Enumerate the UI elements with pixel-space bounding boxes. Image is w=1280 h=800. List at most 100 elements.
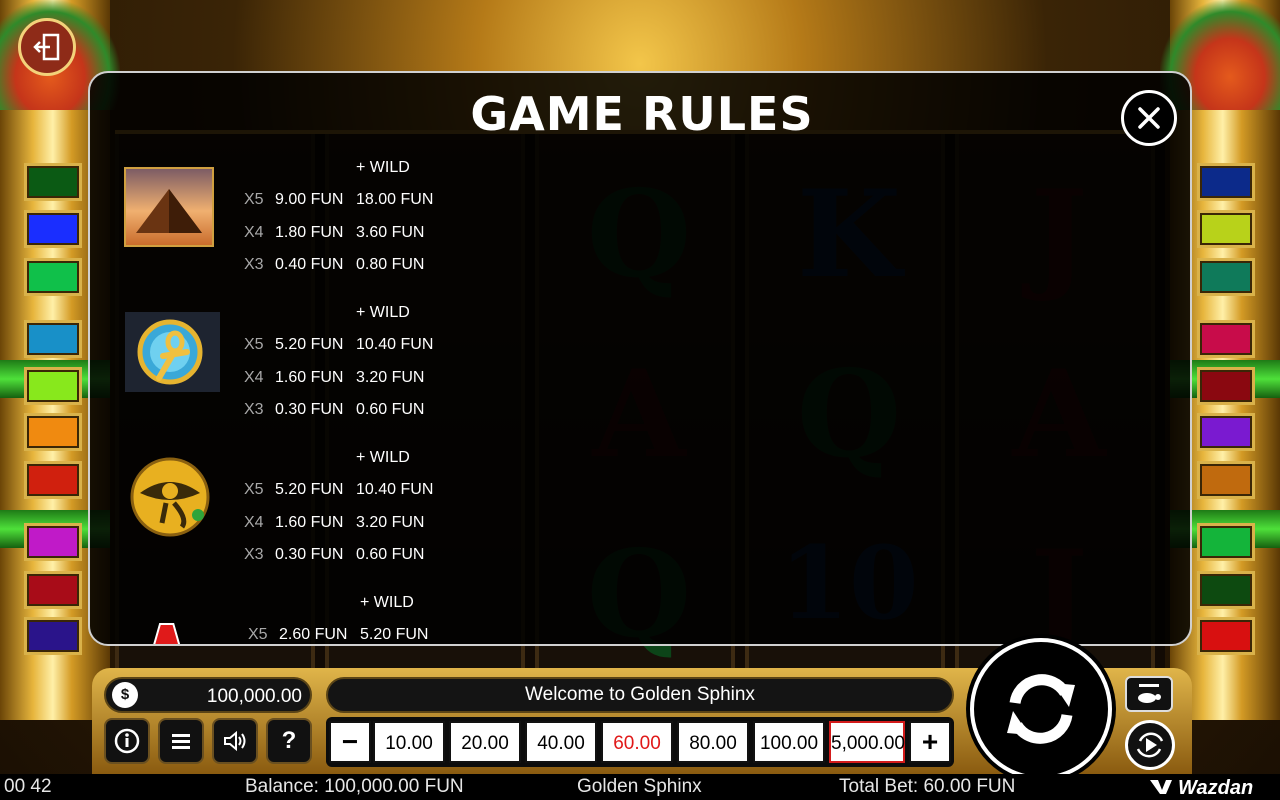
wazdan-logo: Wazdan: [1150, 777, 1253, 799]
dialog-title: GAME RULES: [470, 87, 814, 141]
clock: 00 42: [4, 776, 52, 797]
balance-display: $ 100,000.00: [104, 677, 312, 713]
wild-payout: 10.40 FUN: [356, 481, 434, 498]
paytable-entry-eye-of-horus: + WILD X5 5.20 FUN 10.40 FUN X4 1.60 FUN…: [90, 449, 590, 579]
multiplier: X3: [244, 546, 264, 563]
wild-payout: 3.20 FUN: [356, 514, 425, 531]
payline-marker: [1197, 523, 1255, 561]
menu-button[interactable]: [158, 718, 204, 764]
money-bag-icon: $: [112, 682, 138, 708]
game-name: Golden Sphinx: [577, 776, 702, 797]
wild-header: + WILD: [356, 449, 410, 466]
payline-marker: [1197, 413, 1255, 451]
wild-payout: 0.60 FUN: [356, 401, 425, 418]
bet-option[interactable]: 80.00: [677, 721, 749, 763]
paytable-entry-pyramid: + WILD X5 9.00 FUN 18.00 FUN X4 1.80 FUN…: [90, 159, 590, 289]
increase-bet-button[interactable]: +: [909, 721, 951, 763]
spin-button[interactable]: [970, 638, 1112, 780]
total-bet: Total Bet: 60.00 FUN: [839, 776, 1016, 797]
payline-marker: [24, 617, 82, 655]
help-button[interactable]: ?: [266, 718, 312, 764]
bet-option[interactable]: 40.00: [525, 721, 597, 763]
bet-option[interactable]: 60.00: [601, 721, 673, 763]
sound-button[interactable]: [212, 718, 258, 764]
base-payout: 9.00 FUN: [275, 191, 344, 208]
base-payout: 0.40 FUN: [275, 256, 344, 273]
sound-icon: [224, 730, 246, 752]
base-payout: 5.20 FUN: [275, 481, 344, 498]
wild-payout: 3.60 FUN: [356, 224, 425, 241]
balance-value: 100,000.00: [206, 686, 302, 707]
multiplier: X5: [248, 626, 268, 643]
info-icon: [114, 728, 140, 754]
payline-marker: [1197, 320, 1255, 358]
payline-marker: [1197, 163, 1255, 201]
close-button[interactable]: [1121, 90, 1177, 146]
wild-payout: 0.80 FUN: [356, 256, 425, 273]
payline-marker: [24, 461, 82, 499]
payline-marker: [1197, 617, 1255, 655]
bet-option[interactable]: 10.00: [373, 721, 445, 763]
payline-marker: [24, 523, 82, 561]
multiplier: X4: [244, 514, 264, 531]
payline-marker: [24, 320, 82, 358]
payline-marker: [1197, 461, 1255, 499]
ankh-symbol-icon: [125, 312, 220, 392]
wild-header: + WILD: [356, 304, 410, 321]
game-rules-dialog: GAME RULES + WILD X5 9.00 FUN 18.00 FUN …: [88, 71, 1192, 646]
turbo-button[interactable]: [1125, 676, 1173, 712]
exit-button[interactable]: [18, 18, 76, 76]
base-payout: 0.30 FUN: [275, 401, 344, 418]
bet-option[interactable]: 5,000.00: [829, 721, 905, 763]
wild-payout: 10.40 FUN: [356, 336, 434, 353]
base-payout: 2.60 FUN: [279, 626, 348, 643]
status-balance: Balance: 100,000.00 FUN: [245, 776, 464, 797]
payline-marker: [24, 163, 82, 201]
multiplier: X4: [244, 369, 264, 386]
menu-icon: [172, 734, 190, 749]
multiplier: X5: [244, 191, 264, 208]
wild-payout: 0.60 FUN: [356, 546, 425, 563]
multiplier: X3: [244, 401, 264, 418]
wild-payout: 18.00 FUN: [356, 191, 434, 208]
status-bar: 00 42 Balance: 100,000.00 FUN Golden Sph…: [0, 774, 1280, 800]
wild-header: + WILD: [356, 159, 410, 176]
wild-header: + WILD: [360, 594, 414, 611]
multiplier: X5: [244, 481, 264, 498]
multiplier: X3: [244, 256, 264, 273]
bet-option[interactable]: 100.00: [753, 721, 825, 763]
base-payout: 1.60 FUN: [275, 514, 344, 531]
spin-icon: [1007, 674, 1075, 744]
bet-option[interactable]: 20.00: [449, 721, 521, 763]
wazdan-w-icon: [1150, 780, 1172, 794]
paytable-entry-letter-a: + WILD X5 2.60 FUN 5.20 FUN: [90, 594, 590, 644]
eye-of-horus-symbol-icon: [130, 457, 210, 537]
base-payout: 0.30 FUN: [275, 546, 344, 563]
base-payout: 1.60 FUN: [275, 369, 344, 386]
paytable-entry-ankh: + WILD X5 5.20 FUN 10.40 FUN X4 1.60 FUN…: [90, 304, 590, 434]
decrease-bet-button[interactable]: −: [329, 721, 371, 763]
wild-payout: 3.20 FUN: [356, 369, 425, 386]
exit-icon: [33, 33, 60, 61]
letter-a-symbol-icon: [153, 623, 181, 644]
brand-name: Wazdan: [1178, 777, 1254, 799]
pyramid-symbol-icon: [124, 167, 214, 247]
multiplier: X5: [244, 336, 264, 353]
message-bar: Welcome to Golden Sphinx: [326, 677, 954, 713]
base-payout: 5.20 FUN: [275, 336, 344, 353]
turtle-icon: [1138, 684, 1161, 703]
payline-marker: [1197, 367, 1255, 405]
autoplay-button[interactable]: [1125, 720, 1175, 770]
payline-marker: [24, 413, 82, 451]
autoplay-icon: [1136, 732, 1164, 758]
info-button[interactable]: [104, 718, 150, 764]
payline-marker: [1197, 571, 1255, 609]
payline-marker: [1197, 210, 1255, 248]
payline-marker: [24, 571, 82, 609]
payline-marker: [1197, 258, 1255, 296]
wild-payout: 5.20 FUN: [360, 626, 429, 643]
payline-marker: [24, 367, 82, 405]
close-icon: [1138, 107, 1160, 129]
multiplier: X4: [244, 224, 264, 241]
base-payout: 1.80 FUN: [275, 224, 344, 241]
